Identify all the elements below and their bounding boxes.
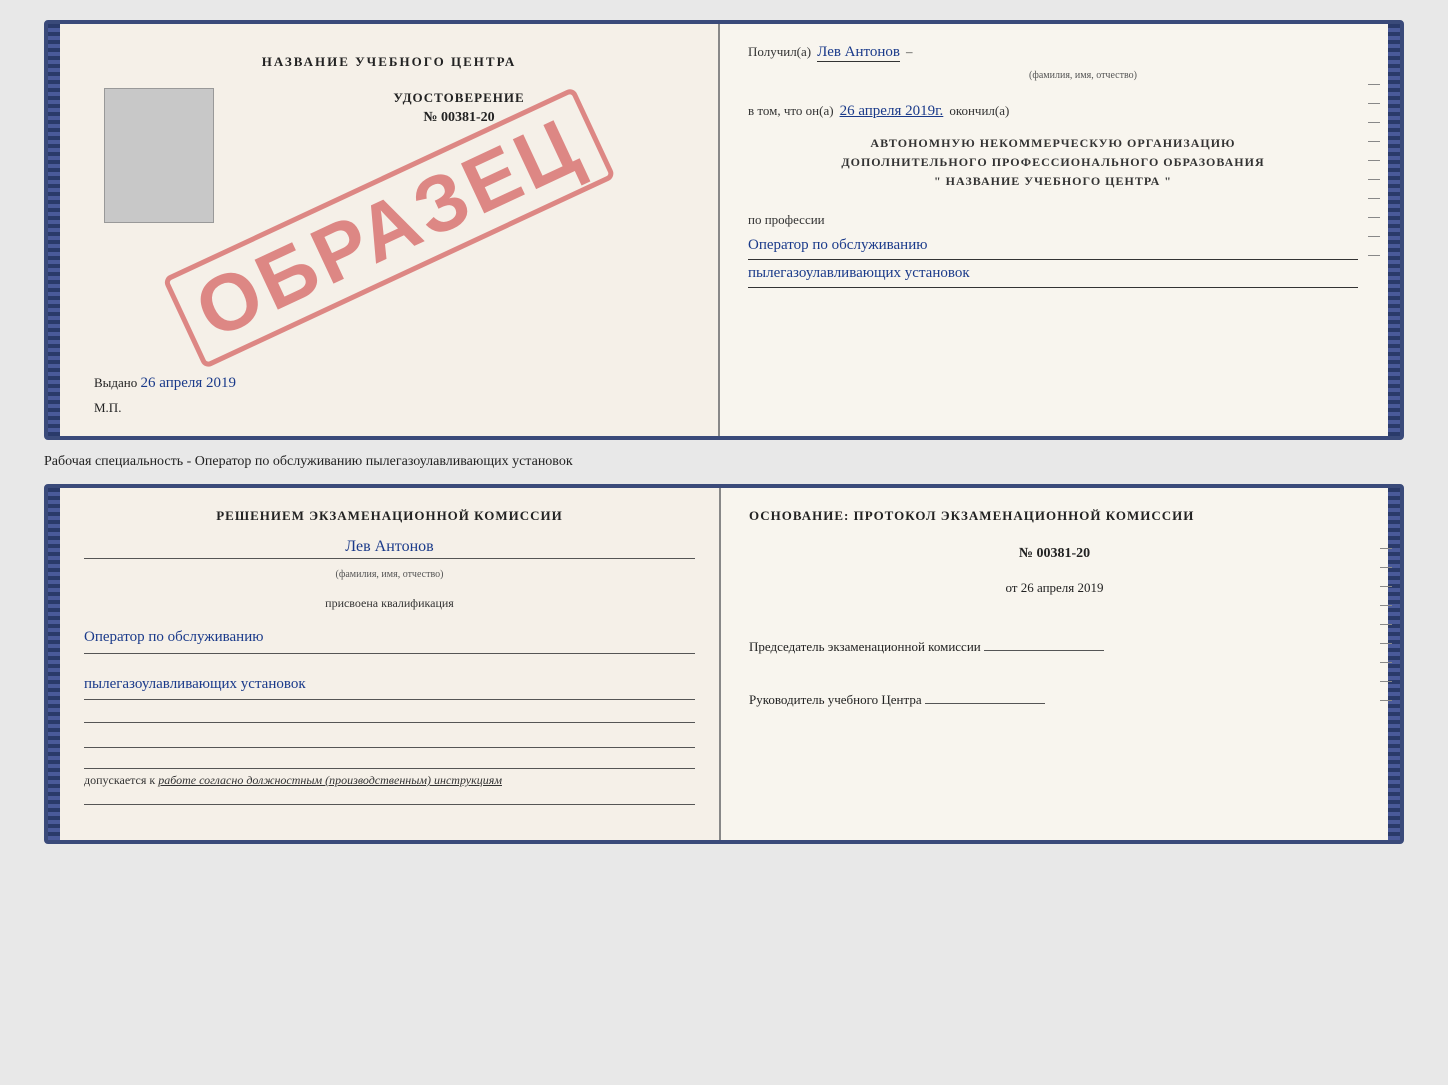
org-block: АВТОНОМНУЮ НЕКОММЕРЧЕСКУЮ ОРГАНИЗАЦИЮ ДО… [748,134,1358,192]
side-tick [1368,217,1380,218]
v-tom-label: в том, что он(а) [748,103,834,119]
fio-hint-top: (фамилия, имя, отчество) [808,70,1358,81]
predsedatel-label: Председатель экзаменационной комиссии [749,639,981,654]
poluchil-line: Получил(а) Лев Антонов – [748,44,1358,62]
okончил-date: 26 апреля 2019г. [840,103,944,120]
predsedatel-block: Председатель экзаменационной комиссии [749,630,1360,655]
org-line3: " НАЗВАНИЕ УЧЕБНОГО ЦЕНТРА " [748,172,1358,191]
cert-number: № 00381-20 [224,110,694,126]
side-tick [1380,605,1392,606]
side-tick [1380,662,1392,663]
vydano-date: 26 апреля 2019 [141,375,237,391]
mp-line: М.П. [94,400,121,416]
cert-main-area: УДОСТОВЕРЕНИЕ № 00381-20 ОБРАЗЕЦ [84,80,694,375]
side-ticks [1368,84,1380,256]
side-tick [1368,160,1380,161]
bottom-fio: Лев Антонов [84,538,695,559]
book-spine-left [48,24,60,436]
rukovoditel-block: Руководитель учебного Центра [749,683,1360,708]
resheniye-title: Решением экзаменационной комиссии [84,508,695,524]
side-tick [1368,255,1380,256]
bottom-spine-left [48,488,60,840]
side-tick [1368,179,1380,180]
poluchil-dash: – [906,44,913,60]
kvalif-line1: Оператор по обслуживанию [84,625,695,654]
prisvoena-text: присвоена квалификация [84,596,695,611]
side-tick [1380,567,1392,568]
bottom-left-page: Решением экзаменационной комиссии Лев Ан… [60,488,721,840]
profession-line2: пылегазоулавливающих установок [748,260,1358,288]
side-tick [1368,236,1380,237]
dopuskaetsya-prefix: допускается к [84,773,155,787]
side-tick [1380,681,1392,682]
bottom-fio-hint: (фамилия, имя, отчество) [84,569,695,580]
dopuskaetsya-block: допускается к работе согласно должностны… [84,768,695,788]
side-tick [1380,624,1392,625]
side-tick [1368,103,1380,104]
udostoverenie-label: УДОСТОВЕРЕНИЕ [224,90,694,106]
predsedatel-signature-line [984,650,1104,651]
bottom-side-ticks [1380,548,1392,701]
side-tick [1380,700,1392,701]
side-tick [1380,586,1392,587]
side-tick [1368,122,1380,123]
org-line2: ДОПОЛНИТЕЛЬНОГО ПРОФЕССИОНАЛЬНОГО ОБРАЗО… [748,153,1358,172]
udostoverenie-block: УДОСТОВЕРЕНИЕ № 00381-20 [224,90,694,126]
bottom-right-page: Основание: протокол экзаменационной коми… [721,488,1388,840]
protocol-number: № 00381-20 [749,546,1360,562]
kvalif-line2: пылегазоулавливающих установок [84,672,695,701]
ot-label: от [1005,580,1017,595]
photo-placeholder [104,88,214,223]
poluchil-label: Получил(а) [748,44,811,60]
bottom-book: Решением экзаменационной комиссии Лев Ан… [44,484,1404,844]
vydano-label: Выдано [94,375,137,390]
ot-date-value: 26 апреля 2019 [1021,580,1104,595]
vydano-line: Выдано 26 апреля 2019 [94,375,236,392]
certificate-book: НАЗВАНИЕ УЧЕБНОГО ЦЕНТРА УДОСТОВЕРЕНИЕ №… [44,20,1404,440]
ot-date: от 26 апреля 2019 [749,580,1360,596]
profession-line1: Оператор по обслуживанию [748,232,1358,260]
v-tom-line: в том, что он(а) 26 апреля 2019г. окончи… [748,103,1358,120]
cert-left-page: НАЗВАНИЕ УЧЕБНОГО ЦЕНТРА УДОСТОВЕРЕНИЕ №… [60,24,720,436]
rukovoditel-signature-line [925,703,1045,704]
side-tick [1380,643,1392,644]
dopuskaetsya-text: работе согласно должностным (производств… [158,773,502,787]
side-tick [1380,548,1392,549]
obrazets-stamp: ОБРАЗЕЦ [162,86,615,368]
rukovoditel-label: Руководитель учебного Центра [749,692,922,707]
org-line1: АВТОНОМНУЮ НЕКОММЕРЧЕСКУЮ ОРГАНИЗАЦИЮ [748,134,1358,153]
okончил-label: окончил(а) [949,103,1009,119]
cert-right-page: Получил(а) Лев Антонов – (фамилия, имя, … [720,24,1388,436]
side-tick [1368,198,1380,199]
side-tick [1368,141,1380,142]
book-edge-right [1388,24,1400,436]
osnovaniye-label: Основание: протокол экзаменационной коми… [749,508,1360,524]
school-title-top: НАЗВАНИЕ УЧЕБНОГО ЦЕНТРА [262,54,517,70]
side-tick [1368,84,1380,85]
recipient-fio: Лев Антонов [817,44,900,62]
po-professii-label: по профессии [748,212,1358,228]
between-label: Рабочая специальность - Оператор по обсл… [44,450,1404,474]
po-professii-block: по профессии Оператор по обслуживанию пы… [748,212,1358,288]
